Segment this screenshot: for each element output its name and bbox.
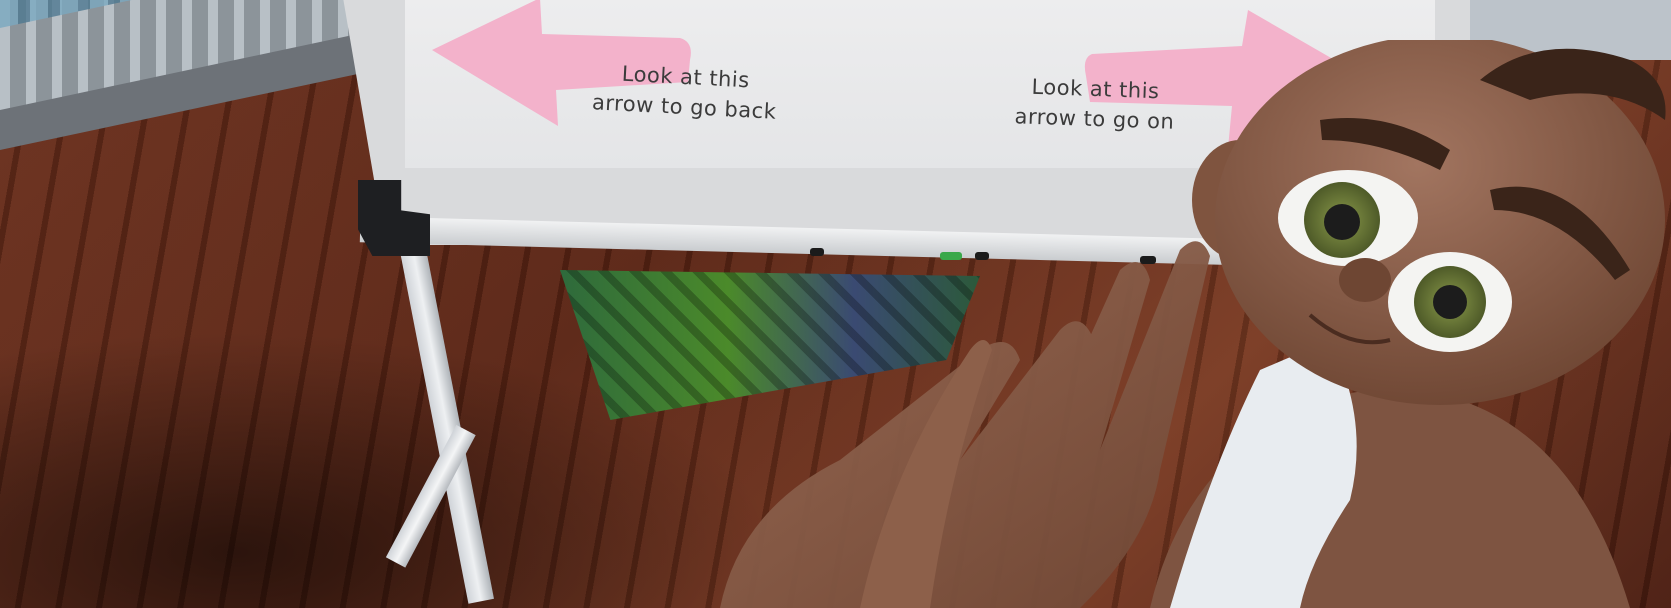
baby-character[interactable] bbox=[1110, 40, 1671, 608]
baby-pupil-left bbox=[1324, 204, 1360, 240]
back-arrow-caption: Look at this arrow to go back bbox=[564, 56, 807, 128]
baby-pupil-right bbox=[1433, 285, 1467, 319]
baby-nose bbox=[1339, 258, 1391, 302]
